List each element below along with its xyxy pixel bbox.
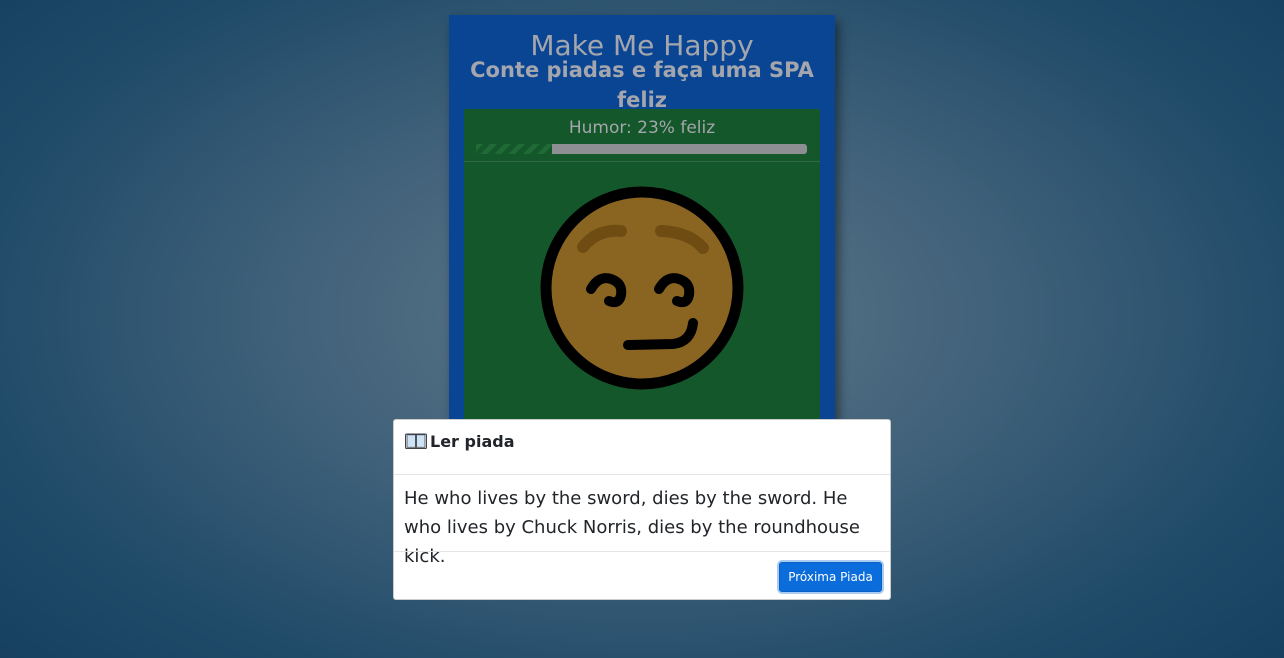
open-book-icon xyxy=(405,433,427,449)
app-card: Make Me Happy Conte piadas e faça uma SP… xyxy=(449,15,835,435)
modal-footer: Próxima Piada xyxy=(394,551,890,601)
modal-header: Ler piada xyxy=(394,420,890,475)
mood-header: Humor: 23% feliz xyxy=(464,109,820,162)
mood-label: Humor: 23% feliz xyxy=(568,118,716,138)
mood-progress-bar xyxy=(476,144,807,154)
smirking-face-icon xyxy=(540,186,744,390)
mood-panel: Humor: 23% feliz xyxy=(464,109,820,435)
modal-title: Ler piada xyxy=(430,432,515,451)
next-joke-button[interactable]: Próxima Piada xyxy=(779,562,882,592)
joke-modal: Ler piada He who lives by the sword, die… xyxy=(393,419,891,600)
app-subtitle: Conte piadas e faça uma SPA feliz xyxy=(470,58,814,112)
mood-progress-fill xyxy=(476,144,553,154)
